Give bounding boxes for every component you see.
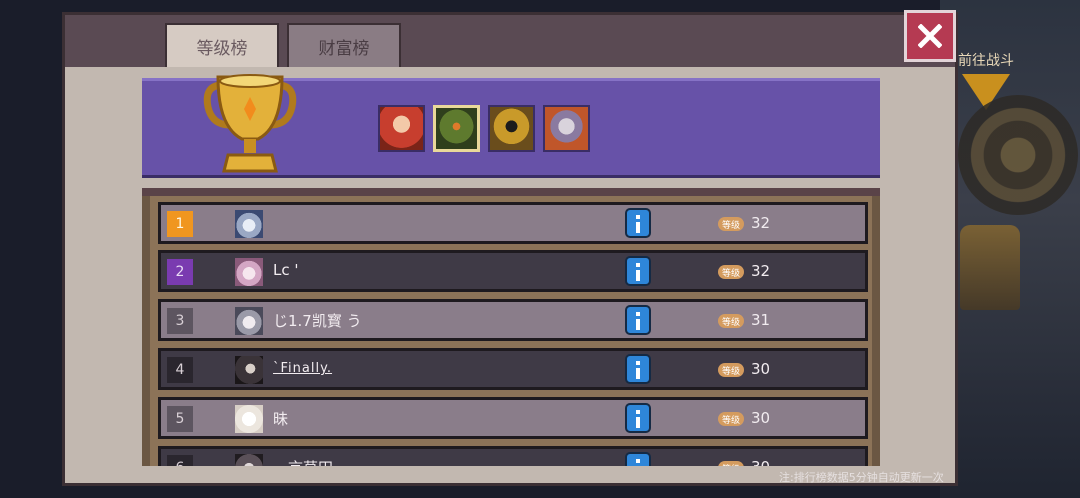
level-badge: 等级 [718,217,744,231]
background-label: 前往战斗 [958,53,1014,69]
robot-hero-icon[interactable] [488,105,535,152]
player-name: 一言草田 [273,457,333,466]
level-value: 32 [751,262,771,280]
tab-wealth-ranking[interactable]: 财富榜 [287,23,401,67]
level-value: 30 [751,360,771,378]
hero-avatar-row [378,105,590,152]
gold-trophy-icon [203,74,297,173]
table-row[interactable]: 5 昧 等级 30 [158,397,868,439]
gray-hero-icon[interactable] [543,105,590,152]
background-gear [958,95,1078,215]
avatar [235,454,263,466]
avatar [235,307,263,335]
player-name: 昧 [273,410,289,428]
rank-number: 5 [167,406,193,432]
avatar [235,258,263,286]
table-row[interactable]: 6 一言草田 等级 30 [158,446,868,466]
level-value: 30 [751,458,770,466]
level-badge: 等级 [718,461,744,466]
info-button[interactable] [625,256,651,286]
info-button[interactable] [625,305,651,335]
player-name: `Finally. [273,361,333,376]
table-row[interactable]: 1 等级 32 [158,202,868,244]
level-value: 31 [751,311,771,329]
rank-number: 2 [167,259,193,285]
avatar [235,210,263,238]
level-badge: 等级 [718,363,744,377]
update-footnote: 注:排行榜数据5分钟自动更新一次 [779,471,944,484]
info-button[interactable] [625,354,651,384]
level-badge: 等级 [718,412,744,426]
player-name: Lc ' [273,261,299,279]
tab-level-ranking[interactable]: 等级榜 [165,23,279,67]
avatar [235,356,263,384]
level-badge: 等级 [718,314,744,328]
player-name: じ1.7凯寳 う [273,312,362,330]
table-row[interactable]: 2 Lc ' 等级 32 [158,250,868,292]
ranking-list[interactable]: 1 等级 32 2 Lc ' 等级 32 3 じ1.7凯寳 う 等级 31 4 … [142,196,880,466]
rank-number: 4 [167,357,193,383]
avatar [235,405,263,433]
toad-hero-icon[interactable] [433,105,480,152]
rank-number: 1 [167,211,193,237]
level-badge: 等级 [718,265,744,279]
info-button[interactable] [625,452,651,466]
table-row[interactable]: 3 じ1.7凯寳 う 等级 31 [158,299,868,341]
close-button[interactable] [904,10,956,62]
info-button[interactable] [625,403,651,433]
level-value: 32 [751,214,771,232]
background-robot [960,225,1020,310]
close-icon [918,24,942,48]
table-row[interactable]: 4 `Finally. 等级 30 [158,348,868,390]
rank-number: 3 [167,308,193,334]
panel-header: 等级榜 财富榜 [65,15,955,67]
rank-number: 6 [167,455,193,466]
red-hair-hero-icon[interactable] [378,105,425,152]
info-button[interactable] [625,208,651,238]
level-value: 30 [751,409,771,427]
ranking-banner [142,74,880,178]
